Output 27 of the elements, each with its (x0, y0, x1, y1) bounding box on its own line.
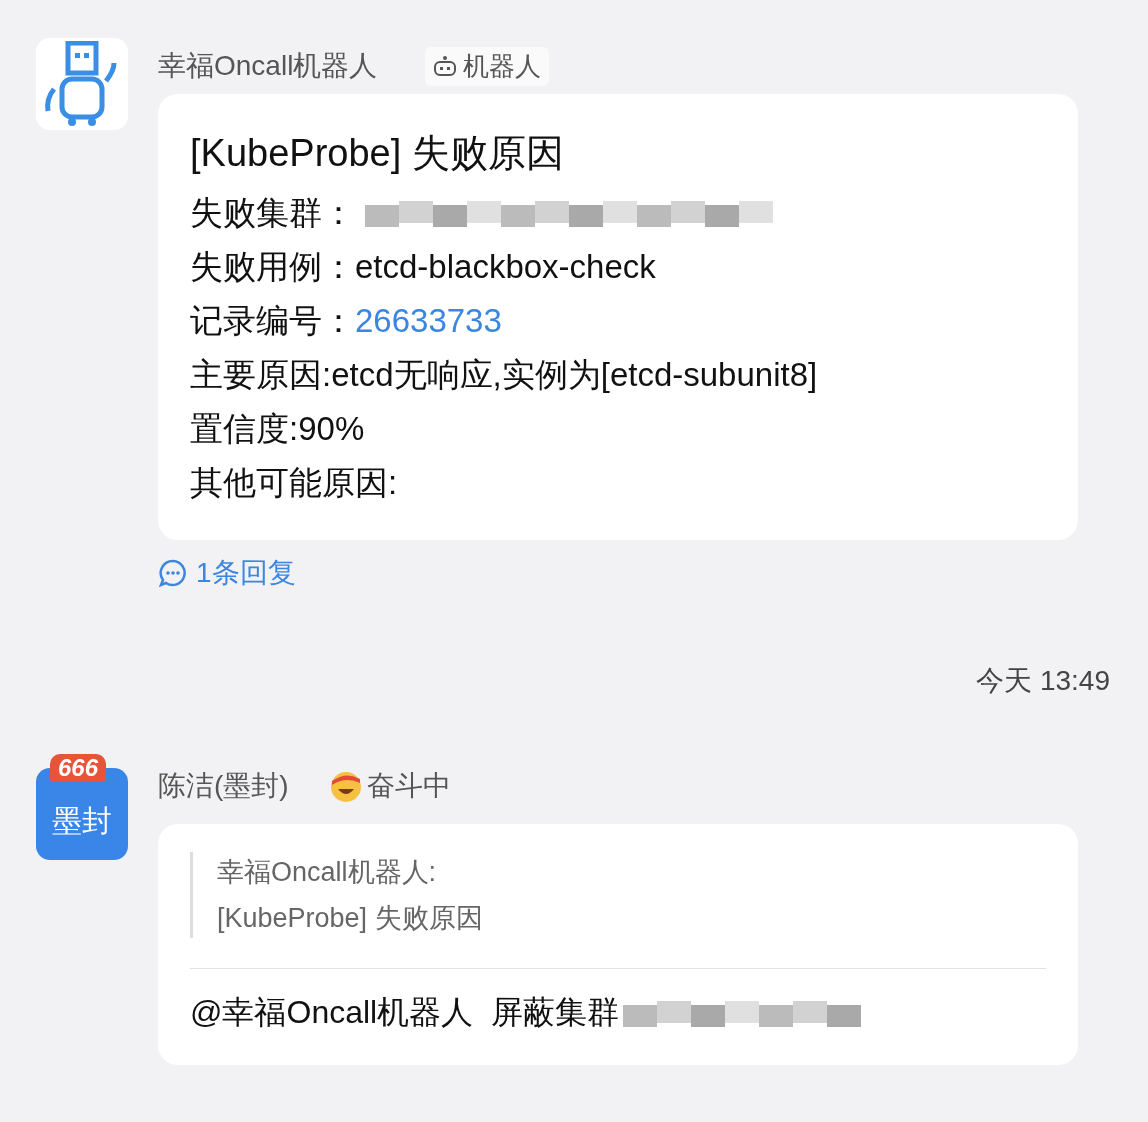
quote-author: 幸福Oncall机器人: (217, 856, 438, 889)
grinning-emoji-icon (328, 769, 363, 803)
mention[interactable]: @幸福Oncall机器人 (190, 991, 474, 1035)
quote-text: [KubeProbe] 失败原因 (217, 902, 484, 935)
timestamp: 今天 13:49 (975, 664, 1111, 698)
field-value: etcd-blackbox-check (355, 248, 656, 286)
record-link[interactable]: 26633733 (355, 302, 502, 340)
message-text: 屏蔽集群 (491, 993, 620, 1032)
sender-name: 幸福Oncall机器人 (158, 49, 378, 83)
field-label: 置信度: (190, 408, 299, 449)
field-label: 其他可能原因: (190, 462, 398, 503)
sender-name: 陈洁(墨封) (158, 769, 289, 803)
status-text: 奋斗中 (366, 769, 451, 803)
field-label: 失败用例： (190, 246, 355, 287)
avatar-badge: 666 (50, 754, 107, 782)
bot-tag: 机器人 (425, 46, 550, 86)
comment-icon (158, 558, 188, 588)
robot-avatar[interactable] (36, 38, 128, 130)
field-label: 记录编号： (190, 300, 355, 341)
avatar-text: 墨封 (52, 802, 112, 839)
field-label: 失败集群： (190, 192, 355, 233)
card-title: [KubeProbe] 失败原因 (190, 131, 565, 176)
reply-link[interactable]: 1条回复 (158, 554, 296, 592)
field-value: 90% (298, 410, 365, 448)
field-label: 主要原因: (190, 354, 332, 395)
robot-icon (433, 55, 458, 77)
field-value: etcd无响应,实例为[etcd-subunit8] (331, 354, 818, 395)
